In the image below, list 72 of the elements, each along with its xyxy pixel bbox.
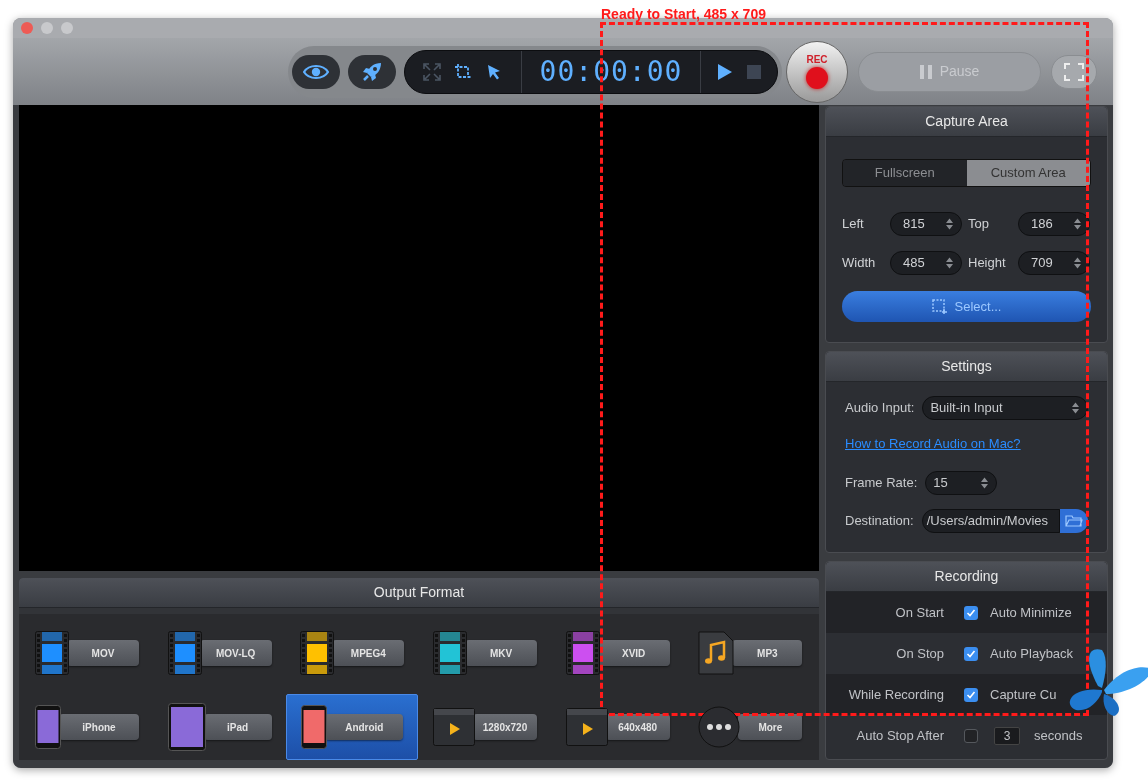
panel-header: Recording — [826, 562, 1107, 592]
capture-tab[interactable]: Fullscreen — [843, 160, 967, 186]
field-label: Top — [968, 215, 990, 234]
format-tile[interactable]: iPad — [153, 694, 286, 760]
number-field[interactable]: 709 — [1018, 251, 1090, 275]
format-tile[interactable]: MOV — [21, 620, 153, 686]
video-window-icon — [565, 708, 608, 746]
format-tile[interactable]: More — [684, 694, 817, 760]
panel-header: Output Format — [19, 578, 819, 608]
row-label: On Start — [894, 603, 944, 622]
pause-icon — [919, 64, 932, 79]
capture-tab[interactable]: Custom Area — [966, 160, 1090, 186]
field-label: Frame Rate: — [845, 473, 918, 492]
number-field[interactable]: 815 — [890, 212, 962, 236]
seconds-field[interactable]: 3 — [994, 726, 1020, 745]
field-label: Height — [968, 254, 1007, 273]
crop-icon — [931, 299, 947, 314]
folder-icon — [1065, 514, 1083, 527]
record-button[interactable]: REC — [786, 40, 848, 103]
stepper-icon[interactable] — [1071, 401, 1080, 415]
stepper-icon[interactable] — [1073, 256, 1082, 270]
play-icon[interactable] — [717, 62, 733, 81]
format-tile[interactable]: iPhone — [21, 694, 153, 760]
eye-icon — [303, 62, 329, 81]
field-label: Left — [842, 215, 865, 234]
music-file-icon — [698, 631, 735, 675]
checkbox[interactable] — [964, 646, 978, 661]
row-label: Auto Stop After — [855, 726, 944, 745]
frame-rate-field[interactable]: 15 — [925, 470, 998, 495]
format-tile[interactable]: MKV — [419, 620, 551, 686]
format-tile[interactable]: XVID — [551, 620, 684, 686]
capture-status-label: Ready to Start, 485 x 709 — [601, 5, 766, 24]
stepper-icon[interactable] — [1073, 217, 1082, 231]
field-label: Destination: — [845, 511, 914, 530]
checkbox[interactable] — [964, 605, 978, 620]
row-label: While Recording — [847, 685, 944, 704]
panel-header: Settings — [826, 352, 1107, 382]
stepper-icon[interactable] — [980, 475, 990, 490]
unit-label: seconds — [1034, 726, 1083, 745]
video-window-icon — [433, 708, 475, 746]
format-tile[interactable]: MPEG4 — [286, 620, 419, 686]
checkbox[interactable] — [964, 687, 978, 702]
panel-header: Capture Area — [826, 107, 1107, 137]
more-icon — [698, 706, 741, 748]
field-label: Audio Input: — [845, 399, 915, 418]
audio-input-select[interactable]: Built-in Input — [922, 396, 1088, 420]
rocket-icon — [361, 60, 383, 83]
stepper-icon[interactable] — [945, 256, 954, 270]
row-label: On Stop — [895, 644, 944, 663]
format-tile[interactable]: MP3 — [684, 620, 817, 686]
tool-button[interactable] — [348, 54, 396, 89]
option-label: Auto Minimize — [990, 603, 1072, 622]
help-link[interactable]: How to Record Audio on Mac? — [845, 434, 1021, 454]
format-tile[interactable]: MOV-LQ — [153, 620, 286, 686]
format-tile[interactable]: Android — [286, 694, 419, 760]
fullscreen-icon — [1064, 62, 1084, 81]
select-button[interactable]: Select... — [842, 291, 1091, 322]
destination-field[interactable]: /Users/admin/Movies — [921, 508, 1060, 533]
crop-icon[interactable] — [454, 62, 472, 81]
checkbox[interactable] — [964, 728, 978, 743]
field-label: Width — [842, 254, 877, 273]
tool-button[interactable] — [292, 54, 340, 89]
number-field[interactable]: 485 — [890, 251, 962, 275]
option-label: Auto Playback — [990, 644, 1074, 663]
format-tile[interactable]: 1280x720 — [419, 694, 551, 760]
folder-button[interactable] — [1060, 508, 1088, 533]
timer-display: 00:00:00 — [538, 53, 684, 90]
fullscreen-button[interactable] — [1051, 54, 1097, 89]
option-label: Capture Cu — [990, 685, 1057, 704]
number-field[interactable]: 186 — [1018, 212, 1090, 236]
stepper-icon[interactable] — [945, 217, 954, 231]
format-tile[interactable]: 640x480 — [551, 694, 684, 760]
